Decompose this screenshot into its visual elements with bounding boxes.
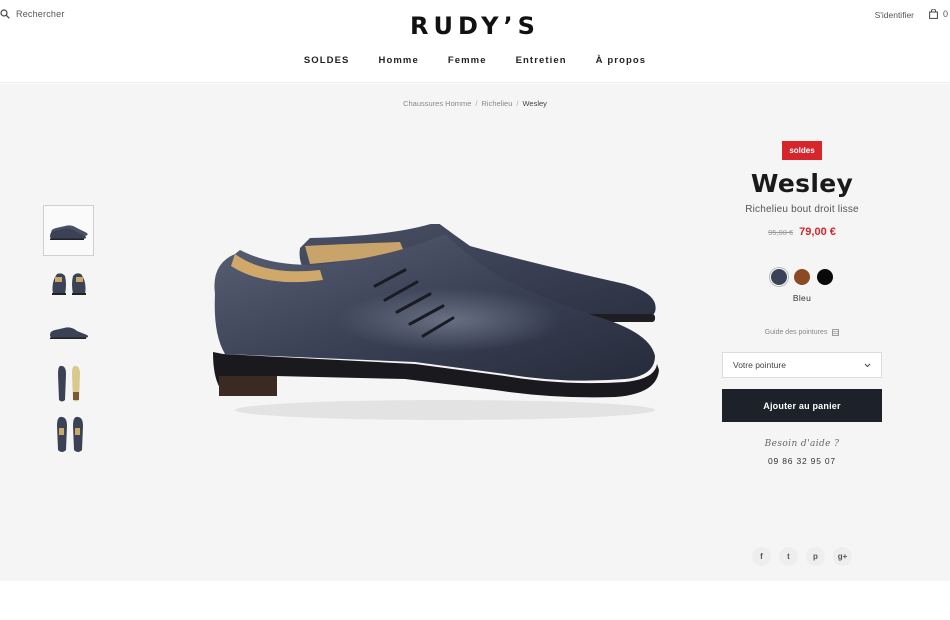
cart-button[interactable]: 0 [929, 9, 948, 19]
thumbnail-top-view[interactable] [43, 409, 94, 460]
sale-badge: soldes [782, 141, 822, 160]
product-subtitle: Richelieu bout droit lisse [745, 204, 859, 215]
main-nav: SOLDES Homme Femme Entretien À propos [0, 55, 950, 66]
price-block: 95,00 € 79,00 € [722, 226, 882, 238]
chevron-down-icon [864, 363, 871, 367]
size-select[interactable]: Votre pointure [722, 352, 882, 378]
product-section: Chaussures Homme / Richelieu / Wesley so… [0, 84, 950, 581]
breadcrumb-item-richelieu[interactable]: Richelieu [482, 99, 513, 108]
shoe-sole-thumbnail [57, 365, 80, 401]
breadcrumb-item-chaussures-homme[interactable]: Chaussures Homme [403, 99, 471, 108]
selected-color-name: Bleu [792, 293, 812, 303]
color-swatch-noir[interactable] [817, 269, 833, 285]
ruler-icon [832, 329, 840, 336]
site-header: Rechercher RUDY’S S'identifier 0 SOLDES … [0, 0, 950, 83]
cart-count: 0 [942, 9, 948, 19]
sale-price: 79,00 € [799, 226, 836, 238]
breadcrumb-separator: / [475, 99, 478, 108]
color-swatches [722, 269, 882, 285]
add-to-cart-button[interactable]: Ajouter au panier [722, 389, 882, 422]
product-info: soldes Wesley Richelieu bout droit lisse… [722, 140, 882, 466]
shoe-top-thumbnail [56, 416, 83, 452]
help-phone[interactable]: 09 86 32 95 07 [722, 456, 882, 466]
nav-item-soldes[interactable]: SOLDES [289, 55, 364, 66]
breadcrumb-separator: / [516, 99, 519, 108]
site-logo[interactable]: RUDY’S [0, 12, 950, 40]
twitter-icon[interactable]: t [779, 547, 798, 566]
thumbnail-sole-view[interactable] [43, 358, 94, 409]
size-guide-link[interactable]: Guide des pointures [722, 329, 882, 336]
nav-item-a-propos[interactable]: À propos [581, 55, 661, 66]
breadcrumb-current: Wesley [522, 99, 547, 108]
facebook-icon[interactable]: f [752, 547, 771, 566]
product-title: Wesley [750, 169, 854, 198]
thumbnail-front-pair[interactable] [43, 256, 94, 307]
nav-item-entretien[interactable]: Entretien [501, 55, 581, 66]
nav-item-femme[interactable]: Femme [433, 55, 501, 66]
shoe-pair-thumbnail [49, 224, 88, 240]
social-share: f t p g+ [752, 547, 852, 566]
old-price: 95,00 € [768, 228, 794, 237]
thumbnail-side-pair[interactable] [43, 205, 94, 256]
pinterest-icon[interactable]: p [806, 547, 825, 566]
nav-item-homme[interactable]: Homme [364, 55, 433, 66]
product-main-image[interactable] [205, 224, 665, 434]
google-plus-icon[interactable]: g+ [833, 547, 852, 566]
shopping-bag-icon [929, 9, 938, 19]
thumbnail-side-single[interactable] [43, 307, 94, 358]
color-swatch-cognac[interactable] [794, 269, 810, 285]
login-link[interactable]: S'identifier [875, 10, 914, 20]
breadcrumb: Chaussures Homme / Richelieu / Wesley [0, 99, 950, 108]
thumbnail-list [43, 205, 94, 460]
shoe-side-thumbnail [49, 326, 88, 339]
help-title: Besoin d'aide ? [764, 439, 840, 449]
size-select-placeholder: Votre pointure [733, 360, 786, 370]
shoe-front-thumbnail [51, 272, 86, 295]
size-guide-label: Guide des pointures [764, 329, 828, 336]
color-swatch-bleu[interactable] [771, 269, 787, 285]
